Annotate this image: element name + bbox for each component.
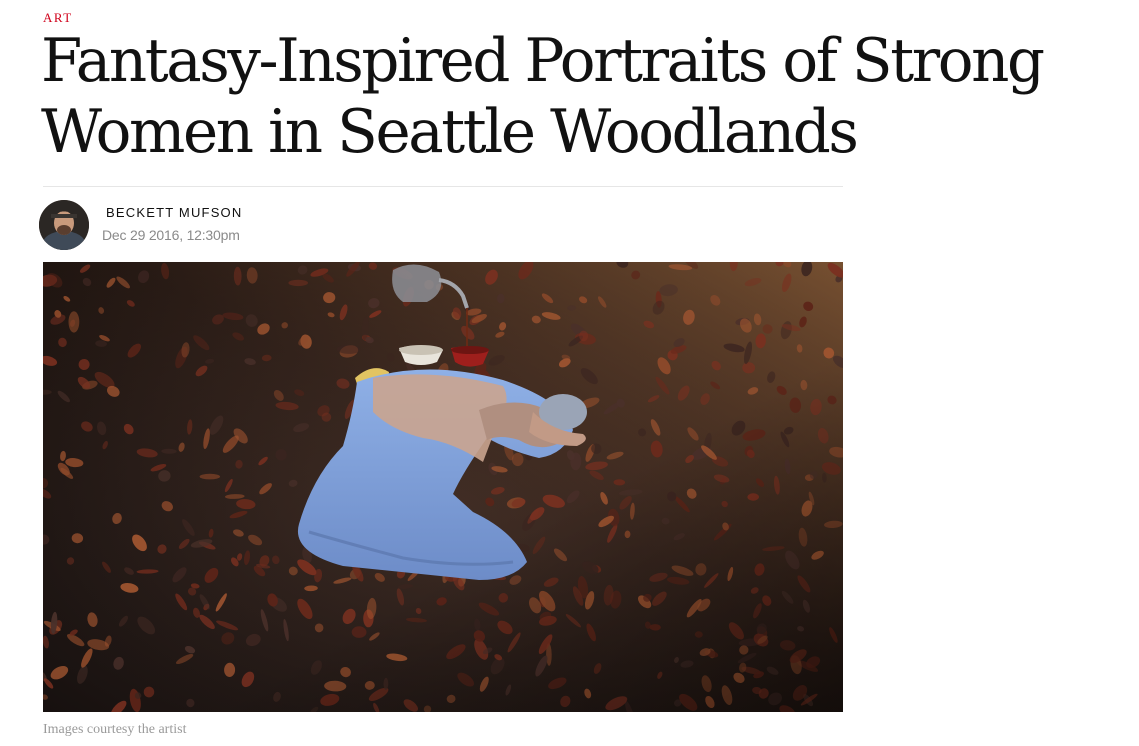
header-divider: [43, 186, 843, 187]
author-name-link[interactable]: BECKETT MUFSON: [106, 205, 242, 221]
category-link[interactable]: ART: [43, 10, 73, 26]
article-headline: Fantasy-Inspired Portraits of Strong Wom…: [41, 26, 1045, 167]
author-avatar[interactable]: [39, 200, 89, 250]
image-caption: Images courtesy the artist: [43, 722, 187, 737]
publish-date: Dec 29 2016, 12:30pm: [102, 227, 240, 243]
hero-image: [43, 262, 843, 712]
